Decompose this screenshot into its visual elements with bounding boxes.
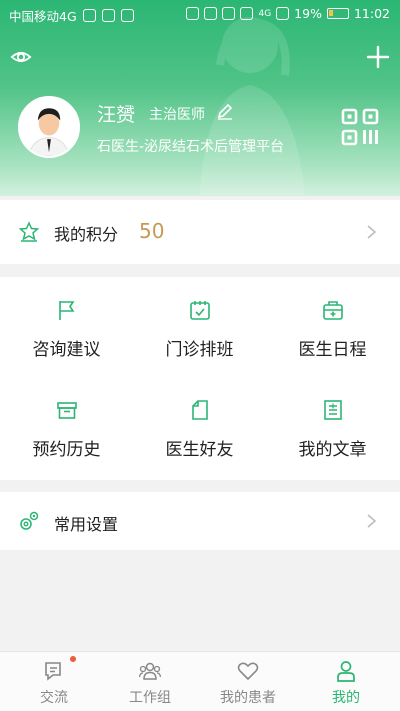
tab-label: 交流: [40, 690, 68, 706]
carrier-text: 中国移动4G: [9, 9, 77, 24]
qr-code-icon[interactable]: [341, 108, 379, 146]
chevron-right-icon: [367, 514, 376, 528]
battery-percent: 19%: [294, 6, 322, 21]
archive-box-icon: [56, 402, 77, 419]
status-bar: 中国移动4G 4G 19% 11:02: [0, 0, 400, 28]
app-notification-icon: [101, 9, 115, 22]
gear-icon: [20, 511, 39, 530]
tab-label: 工作组: [129, 690, 171, 706]
network-type-text: 4G: [258, 8, 272, 19]
tab-label: 我的: [332, 690, 360, 706]
avatar[interactable]: [18, 96, 80, 158]
tab-workgroup[interactable]: 工作组: [100, 652, 200, 711]
chevron-right-icon: [367, 225, 376, 239]
points-label: 我的积分: [54, 225, 119, 244]
platform-name: 石医生-泌尿结石术后管理平台: [97, 139, 285, 155]
bottom-tab-bar: 交流 工作组 我的患者 我的: [0, 651, 400, 711]
settings-row[interactable]: 常用设置: [0, 492, 400, 550]
function-grid: 咨询建议 门诊排班 医生日程 预约历史 医生好友 我的文章: [0, 277, 400, 480]
grid-item-articles[interactable]: 我的文章: [266, 399, 399, 460]
view-icon[interactable]: [10, 46, 32, 68]
grid-item-label: 医生好友: [165, 440, 234, 460]
grid-item-schedule[interactable]: 门诊排班: [133, 299, 266, 360]
unread-badge: [70, 656, 76, 662]
doctor-name: 汪赟: [97, 104, 136, 126]
chat-icon: [45, 662, 61, 681]
grid-item-label: 预约历史: [32, 440, 101, 460]
calendar-check-icon: [189, 301, 210, 320]
vibrate-icon: [204, 7, 218, 20]
grid-item-consult[interactable]: 咨询建议: [0, 299, 133, 360]
grid-item-label: 医生日程: [298, 340, 367, 360]
points-star-icon: [18, 221, 40, 242]
profile-header: 中国移动4G 4G 19% 11:02 汪赟 主治医师 石医生-泌尿结石术后管理…: [0, 0, 400, 196]
grid-item-label: 咨询建议: [32, 340, 101, 360]
nfc-icon: [186, 7, 200, 20]
article-icon: [323, 400, 342, 420]
clock: 11:02: [353, 6, 390, 21]
battery-icon: [326, 8, 349, 19]
wechat-icon: [82, 9, 96, 22]
doctor-avatar-icon: [20, 98, 78, 156]
grid-item-appointments[interactable]: 预约历史: [0, 399, 133, 460]
flag-icon: [58, 301, 74, 320]
add-icon[interactable]: [366, 45, 390, 69]
grid-item-doctor-friends[interactable]: 医生好友: [133, 399, 266, 460]
points-row[interactable]: 我的积分: [0, 200, 400, 264]
points-value: 50: [139, 219, 165, 243]
tab-chat[interactable]: 交流: [4, 652, 104, 711]
tab-label: 我的患者: [220, 690, 276, 706]
tab-my-patients[interactable]: 我的患者: [198, 652, 298, 711]
tab-me[interactable]: 我的: [296, 652, 396, 711]
medical-box-icon: [322, 301, 343, 320]
eye-comfort-icon: [240, 7, 254, 20]
grid-item-label: 门诊排班: [165, 340, 234, 360]
settings-label: 常用设置: [54, 515, 119, 534]
doctor-illustration-icon: [200, 17, 305, 195]
hd-icon: [222, 7, 236, 20]
doctor-title: 主治医师: [149, 107, 205, 123]
edit-icon[interactable]: [216, 102, 234, 120]
grid-item-label: 我的文章: [298, 440, 367, 460]
grid-item-agenda[interactable]: 医生日程: [266, 299, 399, 360]
signal-icon: [276, 7, 290, 20]
document-icon: [191, 400, 208, 420]
group-icon: [138, 662, 162, 680]
message-icon: [120, 9, 134, 22]
person-icon: [337, 661, 355, 682]
heart-icon: [237, 662, 259, 681]
